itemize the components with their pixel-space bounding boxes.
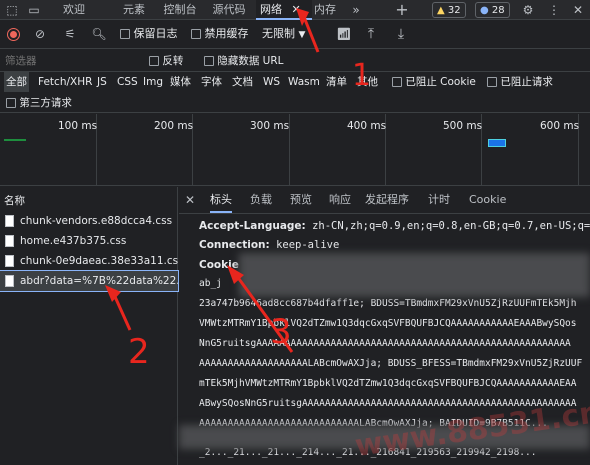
annotation-arrowhead (105, 285, 121, 302)
annotation-number: 2 (128, 332, 150, 372)
annotation-overlay (105, 8, 320, 353)
annotation-number: 1 (352, 58, 372, 93)
annotation-number: 3 (270, 312, 292, 352)
